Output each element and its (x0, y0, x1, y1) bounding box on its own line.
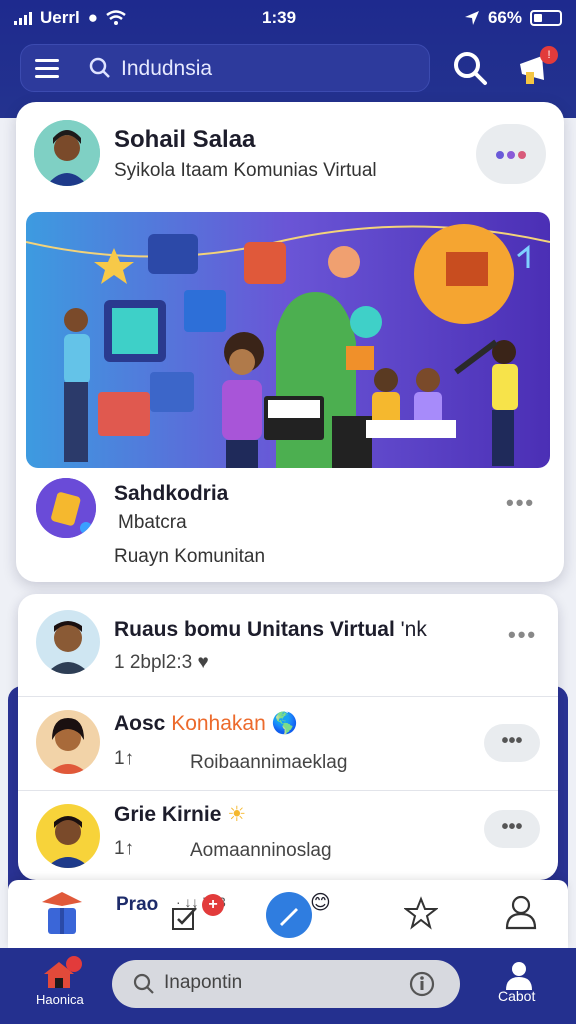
community-subtitle: Mbatcra (118, 512, 187, 533)
search-query: Indudnsia (121, 57, 213, 80)
author-avatar[interactable] (34, 120, 100, 186)
search-icon (89, 57, 110, 78)
status-bar: Uerrl ● 1:39 66% (0, 0, 576, 36)
community-avatar[interactable] (36, 478, 96, 538)
search-icon (133, 973, 154, 994)
user-avatar[interactable] (36, 610, 100, 674)
battery-percent: 66% (487, 8, 522, 27)
notification-badge: ! (540, 46, 558, 64)
list-item[interactable]: Grie Kirnie ☀ 1↑ Aomaanninoslag ••• (18, 792, 558, 880)
item-meta: 1↑ (114, 748, 135, 769)
divider (18, 696, 558, 697)
more-options-button[interactable] (476, 124, 546, 184)
community-more-options[interactable]: ••• (506, 490, 535, 516)
wifi-icon (106, 10, 126, 25)
user-icon (506, 962, 532, 990)
home-badge (66, 956, 82, 972)
nav-profile[interactable]: Cabot (492, 958, 548, 1014)
clock: 1:39 (262, 8, 297, 27)
item-meta: 1↑ (114, 838, 135, 859)
community-description: Ruayn Komunitan (114, 546, 266, 567)
community-name: Sahdkodria (114, 482, 229, 505)
sync-icon: ● (87, 8, 98, 27)
item-title: Aosc Konhakan 🌎 (114, 712, 298, 735)
item-more-options[interactable]: ••• (484, 724, 540, 762)
smile-emoji-icon[interactable]: 😊 (310, 890, 331, 915)
user-avatar[interactable] (36, 710, 100, 774)
add-badge-icon[interactable]: + (202, 894, 224, 916)
home-label: Haonica (36, 992, 84, 1007)
location-icon (464, 11, 479, 25)
action-bar: Prao · ↓↓ ’·43 + 😊 (8, 880, 568, 948)
author-name: Sohail Salaa (114, 126, 256, 153)
list-item[interactable]: Ruaus bomu Unitans Virtual 'nk 1 2bpl2:3… (18, 594, 558, 696)
top-search-field[interactable]: Indudnsia (20, 44, 430, 92)
post-card: Sohail Salaa Syikola Itaam Komunias Virt… (16, 102, 564, 582)
gift-box-icon[interactable] (40, 890, 84, 936)
profile-label: Cabot (498, 988, 536, 1004)
battery-icon (530, 10, 562, 26)
pen-icon (280, 908, 298, 926)
divider (18, 790, 558, 791)
globe-emoji-icon: 🌎 (271, 712, 298, 735)
compose-button[interactable] (266, 892, 312, 938)
info-icon[interactable] (408, 970, 436, 998)
sun-emoji-icon: ☀ (227, 803, 247, 826)
post-image[interactable] (26, 212, 550, 468)
user-avatar[interactable] (36, 804, 100, 868)
nav-home[interactable]: Haonica (36, 956, 84, 1014)
edit-checkbox-icon[interactable] (170, 904, 200, 934)
bottom-search-input[interactable]: Inapontin (112, 960, 460, 1008)
item-detail: Aomaanninoslag (190, 840, 332, 861)
item-title: Ruaus bomu Unitans Virtual 'nk (114, 618, 427, 641)
signal-icon (14, 11, 32, 25)
search-placeholder: Inapontin (164, 972, 243, 993)
item-meta: 1 2bpl2:3 ♥ (114, 652, 209, 673)
post-subtitle: Syikola Itaam Komunias Virtual (114, 160, 377, 181)
list-item[interactable]: Aosc Konhakan 🌎 1↑ Roibaannimaeklag ••• (18, 698, 558, 790)
star-icon[interactable] (404, 896, 438, 930)
feed-list: Ruaus bomu Unitans Virtual 'nk 1 2bpl2:3… (18, 594, 558, 880)
profile-icon[interactable] (504, 894, 538, 930)
item-more-options[interactable]: ••• (508, 622, 537, 648)
search-button-icon[interactable] (452, 50, 488, 86)
hamburger-menu-icon[interactable] (35, 59, 59, 79)
item-more-options[interactable]: ••• (484, 810, 540, 848)
action-label: Prao (116, 894, 159, 915)
item-title: Grie Kirnie ☀ (114, 803, 247, 826)
carrier-name: Uerrl (40, 8, 80, 27)
notification-button[interactable]: ! (514, 46, 562, 90)
item-detail: Roibaannimaeklag (190, 752, 348, 773)
